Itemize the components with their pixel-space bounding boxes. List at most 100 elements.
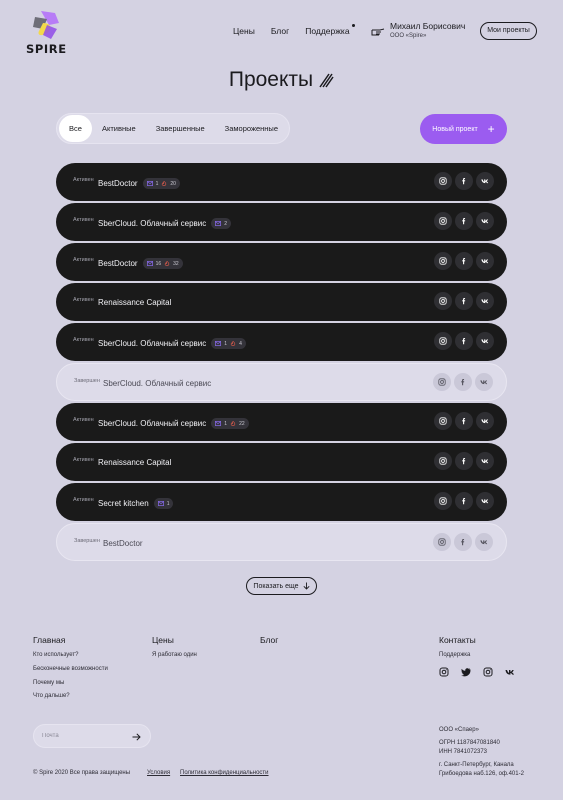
show-more-button[interactable]: Показать еще <box>246 577 317 595</box>
footer-link-possibilities[interactable]: Бесконечные возможности <box>33 666 108 672</box>
project-socials <box>433 373 493 391</box>
project-row[interactable]: Активен SberCloud. Облачный сервис 14 <box>56 323 507 361</box>
footer-instagram-icon[interactable] <box>439 667 449 677</box>
project-counter-badge: 2 <box>211 218 232 229</box>
footer-prices-title[interactable]: Цены <box>152 635 174 645</box>
vk-icon[interactable] <box>475 533 493 551</box>
vk-icon[interactable] <box>475 373 493 391</box>
vk-icon[interactable] <box>476 452 494 470</box>
vk-icon[interactable] <box>476 212 494 230</box>
facebook-icon[interactable] <box>455 172 473 190</box>
instagram-icon[interactable] <box>434 332 452 350</box>
vk-icon[interactable] <box>476 412 494 430</box>
facebook-icon[interactable] <box>455 292 473 310</box>
footer-instagram-icon-2[interactable] <box>483 667 493 677</box>
facebook-icon[interactable] <box>454 373 472 391</box>
nav-prices[interactable]: Цены <box>233 26 255 36</box>
project-title: Renaissance Capital <box>98 298 176 307</box>
project-title: Renaissance Capital <box>98 458 176 467</box>
project-name: SberCloud. Облачный сервис <box>98 339 207 348</box>
privacy-link[interactable]: Политика конфиденциальности <box>180 770 269 776</box>
footer-vk-icon[interactable] <box>505 667 515 677</box>
project-socials <box>434 172 494 190</box>
terms-link[interactable]: Условия <box>147 770 170 776</box>
project-row[interactable]: Активен BestDoctor 1 20 <box>56 163 507 201</box>
badge-count: 16 <box>155 260 162 267</box>
project-badges: 14 <box>211 338 246 349</box>
project-title: BestDoctor <box>103 539 148 548</box>
facebook-icon[interactable] <box>455 452 473 470</box>
instagram-icon[interactable] <box>434 452 452 470</box>
vk-icon[interactable] <box>476 252 494 270</box>
vk-icon[interactable] <box>476 492 494 510</box>
project-row[interactable]: Завершен BestDoctor <box>56 523 507 561</box>
vk-icon[interactable] <box>476 292 494 310</box>
facebook-icon[interactable] <box>455 492 473 510</box>
logo[interactable]: SPIRE <box>26 9 66 56</box>
facebook-icon[interactable] <box>455 332 473 350</box>
fire-icon <box>162 181 167 186</box>
nav-support[interactable]: Поддержка <box>305 24 355 36</box>
instagram-icon[interactable] <box>434 412 452 430</box>
logo-icon <box>33 11 59 39</box>
project-row[interactable]: Активен SberCloud. Облачный сервис 1 22 <box>56 403 507 441</box>
badge-count: 1 <box>155 180 159 187</box>
project-list: Активен BestDoctor 1 20 Активен SberCloud… <box>56 163 507 563</box>
project-title: SberCloud. Облачный сервис 14 <box>98 338 246 349</box>
footer-link-solo[interactable]: Я работаю один <box>152 652 197 658</box>
instagram-icon[interactable] <box>433 533 451 551</box>
instagram-icon[interactable] <box>433 373 451 391</box>
new-project-button[interactable]: Новый проект + <box>420 114 507 144</box>
project-title: BestDoctor 1 20 <box>98 178 180 189</box>
badge-count: 32 <box>173 260 179 267</box>
project-row[interactable]: Активен SberCloud. Облачный сервис 2 <box>56 203 507 241</box>
tab-active[interactable]: Активные <box>92 115 146 142</box>
project-row[interactable]: Завершен SberCloud. Облачный сервис <box>56 363 507 401</box>
facebook-icon[interactable] <box>455 412 473 430</box>
project-row[interactable]: Активен Renaissance Capital <box>56 283 507 321</box>
vk-icon[interactable] <box>476 332 494 350</box>
nav-blog[interactable]: Блог <box>271 26 289 36</box>
tab-frozen[interactable]: Замороженные <box>215 115 288 142</box>
mail-icon <box>215 421 222 426</box>
facebook-icon[interactable] <box>455 212 473 230</box>
project-socials <box>434 492 494 510</box>
notification-dot <box>351 24 355 27</box>
project-name: Renaissance Capital <box>98 458 172 467</box>
facebook-icon[interactable] <box>454 533 472 551</box>
plus-icon: + <box>487 122 495 136</box>
fire-icon <box>164 261 170 266</box>
instagram-icon[interactable] <box>434 252 452 270</box>
footer-twitter-icon[interactable] <box>461 667 471 677</box>
project-status: Активен <box>73 497 94 503</box>
project-badges: 1 22 <box>211 418 249 429</box>
tab-completed[interactable]: Завершенные <box>146 115 215 142</box>
footer-link-next[interactable]: Что дальше? <box>33 693 70 699</box>
tab-all[interactable]: Все <box>59 115 92 142</box>
footer-link-who[interactable]: Кто использует? <box>33 652 78 658</box>
instagram-icon[interactable] <box>434 492 452 510</box>
project-row[interactable]: Активен BestDoctor 16 32 <box>56 243 507 281</box>
new-project-label: Новый проект <box>432 125 478 133</box>
footer-link-support[interactable]: Поддержка <box>439 652 470 658</box>
project-row[interactable]: Активен Renaissance Capital <box>56 443 507 481</box>
badge-count: 1 <box>224 340 228 347</box>
project-title: SberCloud. Облачный сервис 2 <box>98 218 232 229</box>
instagram-icon[interactable] <box>434 172 452 190</box>
my-projects-button[interactable]: Мои проекты <box>480 22 537 40</box>
user-name: Михаил Борисович <box>390 21 466 31</box>
project-row[interactable]: Активен Secret kitchen 1 <box>56 483 507 521</box>
vk-icon[interactable] <box>476 172 494 190</box>
facebook-icon[interactable] <box>455 252 473 270</box>
footer-blog-title[interactable]: Блог <box>260 635 278 645</box>
page-title-text: Проекты <box>228 68 314 91</box>
footer-link-why[interactable]: Почему мы <box>33 680 64 686</box>
project-badges: 1 <box>153 498 174 509</box>
project-title: Secret kitchen 1 <box>98 498 174 509</box>
email-input[interactable] <box>42 730 127 742</box>
footer-main-title[interactable]: Главная <box>33 635 65 645</box>
arrow-right-icon[interactable] <box>132 733 141 741</box>
project-title: SberCloud. Облачный сервис 1 22 <box>98 418 249 429</box>
instagram-icon[interactable] <box>434 292 452 310</box>
instagram-icon[interactable] <box>434 212 452 230</box>
